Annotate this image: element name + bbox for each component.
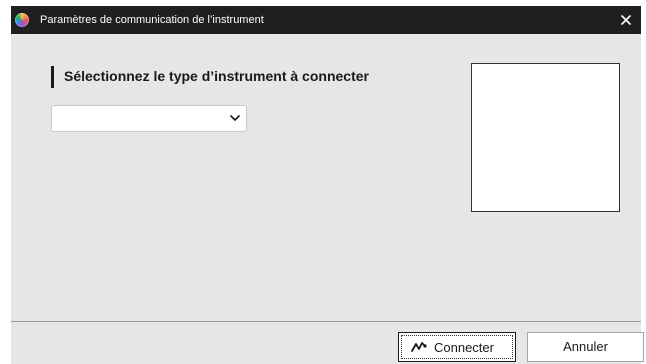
window-title: Paramètres de communication de l’instrum… xyxy=(40,14,264,26)
section-heading: Sélectionnez le type d’instrument à conn… xyxy=(64,68,369,84)
close-button[interactable] xyxy=(611,6,641,34)
instrument-type-select[interactable] xyxy=(51,105,247,132)
chevron-down-icon xyxy=(230,115,240,121)
color-wheel-icon xyxy=(15,13,29,27)
connect-button-label: Connecter xyxy=(434,340,494,355)
footer-divider xyxy=(11,321,641,322)
dialog-window: Paramètres de communication de l’instrum… xyxy=(11,6,644,364)
connect-button[interactable]: Connecter xyxy=(398,332,516,362)
heading-accent-bar xyxy=(51,66,54,88)
title-bar[interactable]: Paramètres de communication de l’instrum… xyxy=(11,6,641,34)
connect-pulse-icon xyxy=(411,342,427,352)
instrument-preview-image xyxy=(471,63,620,212)
cancel-button[interactable]: Annuler xyxy=(527,332,644,362)
close-icon xyxy=(621,15,631,25)
